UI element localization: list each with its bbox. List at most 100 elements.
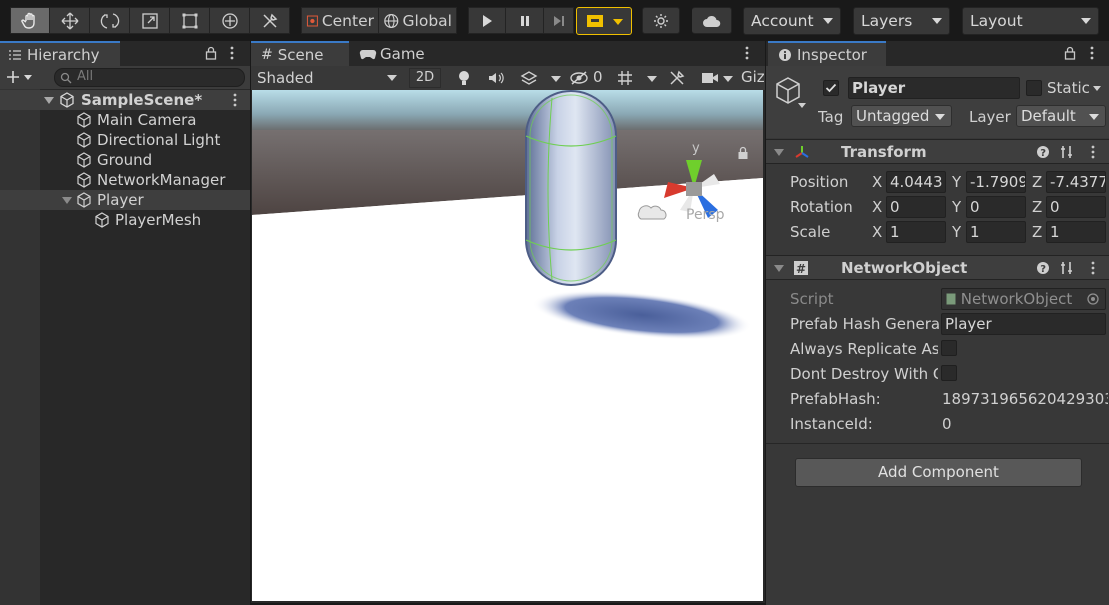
layout-dropdown[interactable]: Layout bbox=[962, 7, 1099, 35]
pivot-center-button[interactable]: Center bbox=[301, 7, 379, 34]
svg-text:#: # bbox=[796, 262, 806, 276]
snap-settings-button[interactable] bbox=[642, 7, 680, 34]
kebab-menu-icon[interactable] bbox=[229, 46, 235, 60]
object-picker-icon[interactable] bbox=[1087, 293, 1099, 305]
axis-x-label[interactable]: X bbox=[872, 173, 882, 191]
static-checkbox[interactable] bbox=[1026, 80, 1042, 96]
position-z-field[interactable]: -7.4377 bbox=[1046, 171, 1106, 193]
create-button[interactable] bbox=[6, 68, 40, 86]
dont-destroy-checkbox[interactable] bbox=[941, 365, 957, 381]
rotate-tool-button[interactable] bbox=[90, 7, 130, 34]
lock-icon[interactable] bbox=[205, 46, 217, 60]
help-icon[interactable]: ? bbox=[1036, 145, 1050, 159]
lock-icon[interactable] bbox=[1064, 46, 1076, 60]
layer-dropdown[interactable]: Default bbox=[1016, 105, 1106, 127]
scene-row[interactable]: SampleScene* bbox=[0, 90, 250, 110]
axis-z-label[interactable]: Z bbox=[1032, 173, 1042, 191]
scale-y-field[interactable]: 1 bbox=[966, 221, 1026, 243]
presets-icon[interactable] bbox=[1060, 260, 1074, 276]
collab-button[interactable] bbox=[576, 7, 632, 35]
rotation-z-field[interactable]: 0 bbox=[1046, 196, 1106, 218]
networkobject-component-header[interactable]: # NetworkObject ? bbox=[766, 255, 1109, 280]
chevron-down-icon[interactable] bbox=[798, 103, 806, 108]
custom-tool-button[interactable] bbox=[250, 7, 290, 34]
audio-icon[interactable] bbox=[488, 71, 504, 85]
axis-x-label[interactable]: X bbox=[872, 223, 882, 241]
pause-button[interactable] bbox=[506, 7, 544, 34]
scale-tool-button[interactable] bbox=[130, 7, 170, 34]
object-name-field[interactable]: Player bbox=[848, 77, 1020, 99]
position-x-field[interactable]: 4.0443 bbox=[886, 171, 946, 193]
hierarchy-item-ground[interactable]: Ground bbox=[0, 150, 250, 170]
kebab-menu-icon[interactable] bbox=[1090, 145, 1096, 159]
tab-game[interactable]: Game bbox=[357, 41, 437, 66]
expand-arrow-icon[interactable] bbox=[774, 265, 784, 272]
kebab-menu-icon[interactable] bbox=[1090, 261, 1096, 275]
visibility-icon[interactable] bbox=[569, 70, 589, 86]
position-y-field[interactable]: -1.7909 bbox=[966, 171, 1026, 193]
chevron-down-icon[interactable] bbox=[723, 76, 733, 82]
expand-arrow-icon[interactable] bbox=[44, 96, 54, 104]
axis-y-label[interactable]: Y bbox=[952, 198, 961, 216]
hierarchy-item-network-manager[interactable]: NetworkManager bbox=[0, 170, 250, 190]
transform-component-header[interactable]: Transform ? bbox=[766, 139, 1109, 164]
account-dropdown[interactable]: Account bbox=[743, 7, 841, 35]
hierarchy-item-player-mesh[interactable]: PlayerMesh bbox=[0, 210, 250, 230]
rotation-x-field[interactable]: 0 bbox=[886, 196, 946, 218]
scale-z-field[interactable]: 1 bbox=[1046, 221, 1106, 243]
chevron-down-icon bbox=[24, 74, 32, 80]
lock-icon[interactable] bbox=[737, 146, 749, 160]
axis-x-label[interactable]: X bbox=[872, 198, 882, 216]
prefab-hash-generator-field[interactable]: Player bbox=[941, 313, 1106, 335]
gizmos-label[interactable]: Giz bbox=[741, 68, 765, 86]
axis-y-label[interactable]: Y bbox=[952, 223, 961, 241]
projection-label[interactable]: Persp bbox=[686, 207, 725, 223]
chevron-down-icon[interactable] bbox=[647, 76, 657, 82]
kebab-menu-icon[interactable] bbox=[1089, 46, 1095, 60]
move-tool-button[interactable] bbox=[50, 7, 90, 34]
script-field[interactable]: NetworkObject bbox=[941, 288, 1106, 310]
presets-icon[interactable] bbox=[1060, 144, 1074, 160]
cloud-button[interactable] bbox=[692, 7, 732, 34]
play-controls bbox=[468, 7, 574, 34]
expand-arrow-icon[interactable] bbox=[774, 149, 784, 156]
tab-inspector[interactable]: Inspector bbox=[768, 41, 886, 66]
transform-tool-button[interactable] bbox=[210, 7, 250, 34]
scene-viewport[interactable]: y Persp bbox=[252, 90, 763, 601]
kebab-menu-icon[interactable] bbox=[744, 46, 750, 60]
expand-arrow-icon[interactable] bbox=[62, 196, 72, 204]
orientation-gizmo[interactable]: y bbox=[634, 140, 734, 250]
active-checkbox[interactable] bbox=[823, 80, 839, 96]
scale-x-field[interactable]: 1 bbox=[886, 221, 946, 243]
step-button[interactable] bbox=[544, 7, 574, 34]
play-button[interactable] bbox=[468, 7, 506, 34]
rect-tool-button[interactable] bbox=[170, 7, 210, 34]
hierarchy-item-main-camera[interactable]: Main Camera bbox=[0, 110, 250, 130]
axis-y-label[interactable]: Y bbox=[952, 173, 961, 191]
kebab-menu-icon[interactable] bbox=[232, 93, 238, 107]
hierarchy-item-directional-light[interactable]: Directional Light bbox=[0, 130, 250, 150]
hand-tool-button[interactable] bbox=[10, 7, 50, 34]
tag-dropdown[interactable]: Untagged bbox=[851, 105, 952, 127]
add-component-button[interactable]: Add Component bbox=[795, 458, 1082, 487]
effects-icon[interactable] bbox=[520, 70, 538, 86]
tools-icon[interactable] bbox=[669, 70, 685, 86]
axis-z-label[interactable]: Z bbox=[1032, 198, 1042, 216]
always-replicate-checkbox[interactable] bbox=[941, 340, 957, 356]
shading-mode-dropdown[interactable]: Shaded bbox=[251, 66, 404, 90]
space-global-button[interactable]: Global bbox=[379, 7, 457, 34]
rotation-y-field[interactable]: 0 bbox=[966, 196, 1026, 218]
help-icon[interactable]: ? bbox=[1036, 261, 1050, 275]
axis-z-label[interactable]: Z bbox=[1032, 223, 1042, 241]
tab-scene[interactable]: # Scene bbox=[251, 41, 349, 66]
static-dropdown[interactable]: Static bbox=[1047, 77, 1107, 99]
tab-hierarchy[interactable]: Hierarchy bbox=[0, 41, 120, 66]
chevron-down-icon[interactable] bbox=[551, 76, 561, 82]
lighting-icon[interactable] bbox=[457, 70, 471, 86]
camera-icon[interactable] bbox=[701, 71, 719, 85]
2d-mode-toggle[interactable]: 2D bbox=[409, 68, 441, 88]
hierarchy-search[interactable]: All bbox=[54, 68, 245, 87]
grid-icon[interactable] bbox=[617, 70, 633, 86]
layers-dropdown[interactable]: Layers bbox=[853, 7, 950, 35]
hierarchy-item-player[interactable]: Player bbox=[0, 190, 250, 210]
